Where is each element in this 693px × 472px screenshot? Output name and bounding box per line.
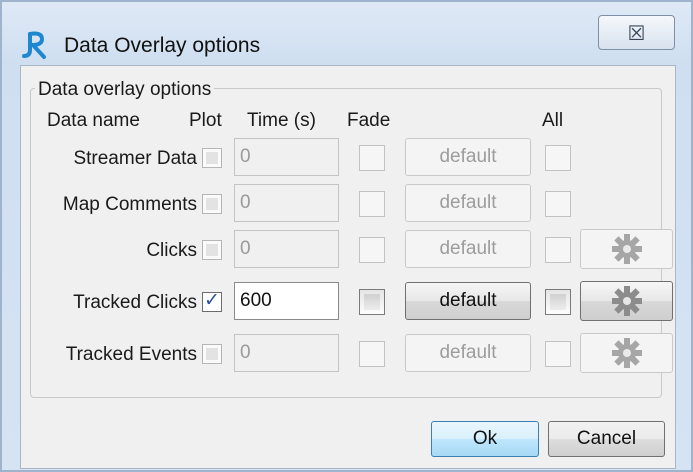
plot-checkbox-map-comments[interactable] [202,194,222,214]
checkbox-fill [364,294,380,310]
dialog-window: Data Overlay options ☒ Data overlay opti… [0,0,693,472]
fade-checkbox-map-comments[interactable] [359,191,385,217]
checkbox-fill [206,198,218,210]
time-input-map-comments[interactable]: 0 [234,184,339,222]
plot-checkbox-tracked-clicks[interactable]: ✓ [202,290,222,312]
checkbox-fill [206,348,218,360]
app-logo-icon [22,31,46,59]
row-label-tracked-events: Tracked Events [65,344,197,365]
header-fade: Fade [347,110,391,131]
fade-checkbox-streamer-data[interactable] [359,145,385,171]
close-icon: ☒ [627,20,646,45]
header-time: Time (s) [247,110,316,131]
default-button-map-comments[interactable]: default [405,184,531,222]
row-label-streamer-data: Streamer Data [73,148,197,169]
fade-checkbox-clicks[interactable] [359,237,385,263]
all-checkbox-map-comments[interactable] [545,191,571,217]
checkbox-fill [550,294,566,310]
settings-button-clicks[interactable] [580,229,673,269]
default-button-clicks[interactable]: default [405,230,531,268]
default-button-tracked-events[interactable]: default [405,334,531,372]
time-input-tracked-events[interactable]: 0 [234,334,339,372]
ok-button[interactable]: Ok [431,421,539,457]
gear-icon [610,232,644,266]
all-checkbox-tracked-clicks[interactable] [545,289,571,315]
plot-checkbox-streamer-data[interactable] [202,148,222,168]
plot-checkbox-clicks[interactable] [202,240,222,260]
default-button-tracked-clicks[interactable]: default [405,282,531,320]
fade-checkbox-tracked-clicks[interactable] [359,289,385,315]
header-data-name: Data name [47,110,140,131]
settings-button-tracked-events[interactable] [580,333,673,373]
gear-icon [610,284,644,318]
all-checkbox-streamer-data[interactable] [545,145,571,171]
title-bar[interactable]: Data Overlay options ☒ [2,2,691,66]
settings-button-tracked-clicks[interactable] [580,281,673,321]
default-button-streamer-data[interactable]: default [405,138,531,176]
fade-checkbox-tracked-events[interactable] [359,341,385,367]
all-checkbox-tracked-events[interactable] [545,341,571,367]
dialog-client-area: Data overlay options Data name Plot Time… [20,65,676,469]
time-input-clicks[interactable]: 0 [234,230,339,268]
cancel-button[interactable]: Cancel [548,421,665,457]
close-button[interactable]: ☒ [598,15,675,50]
row-label-clicks: Clicks [146,240,197,261]
checkmark-icon: ✓ [204,290,220,311]
time-input-tracked-clicks[interactable]: 600 [234,282,339,320]
group-label: Data overlay options [35,79,215,101]
row-label-map-comments: Map Comments [62,194,197,215]
gear-icon [610,336,644,370]
header-plot: Plot [189,110,222,131]
header-all: All [542,110,564,131]
window-title: Data Overlay options [64,34,261,57]
row-label-tracked-clicks: Tracked Clicks [73,292,197,313]
checkbox-fill [206,152,218,164]
all-checkbox-clicks[interactable] [545,237,571,263]
time-input-streamer-data[interactable]: 0 [234,138,339,176]
plot-checkbox-tracked-events[interactable] [202,344,222,364]
checkbox-fill [206,244,218,256]
